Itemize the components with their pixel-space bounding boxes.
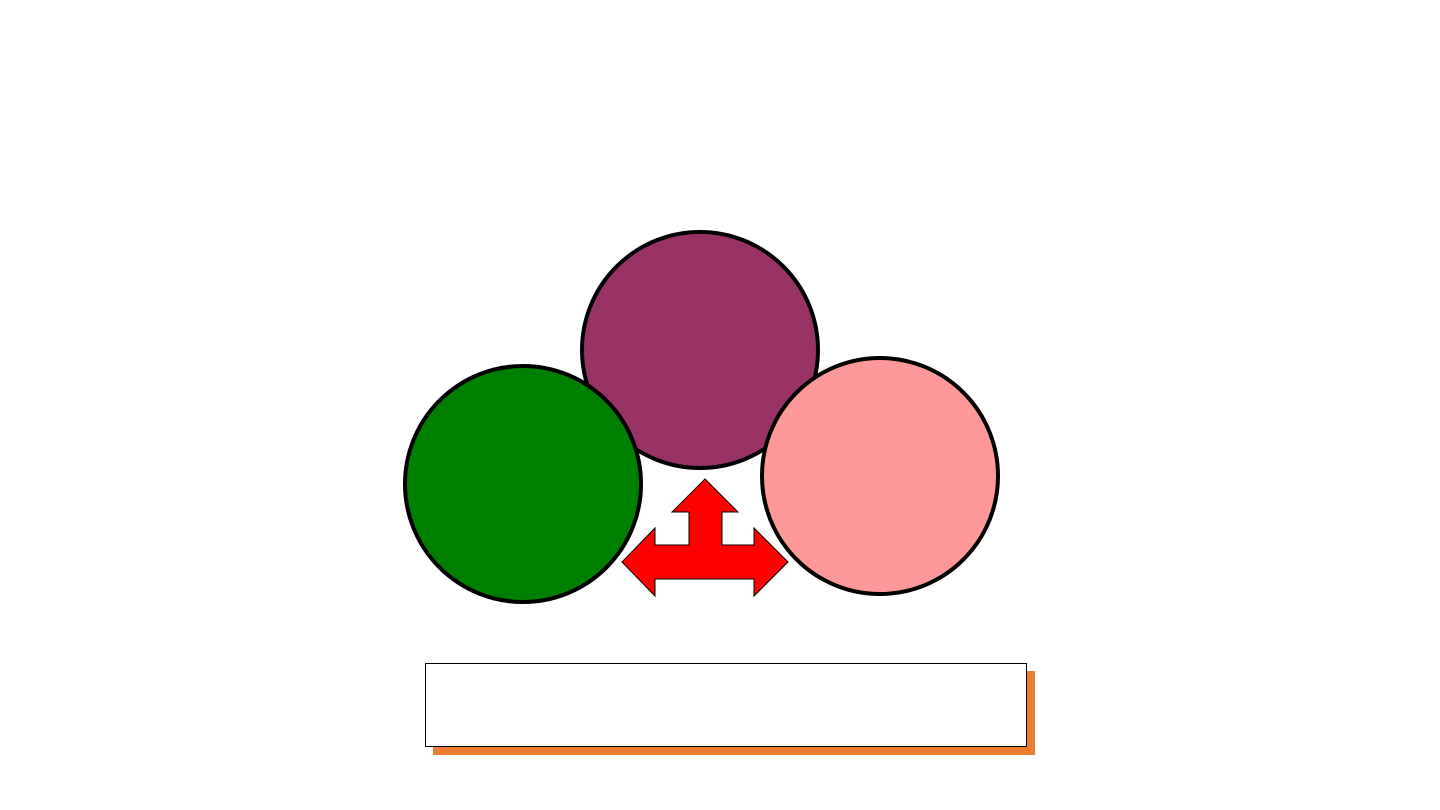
caption-text-box[interactable] [425, 663, 1027, 747]
circle-left[interactable] [403, 364, 643, 604]
circle-right[interactable] [760, 356, 1000, 596]
slide-canvas [0, 0, 1440, 810]
